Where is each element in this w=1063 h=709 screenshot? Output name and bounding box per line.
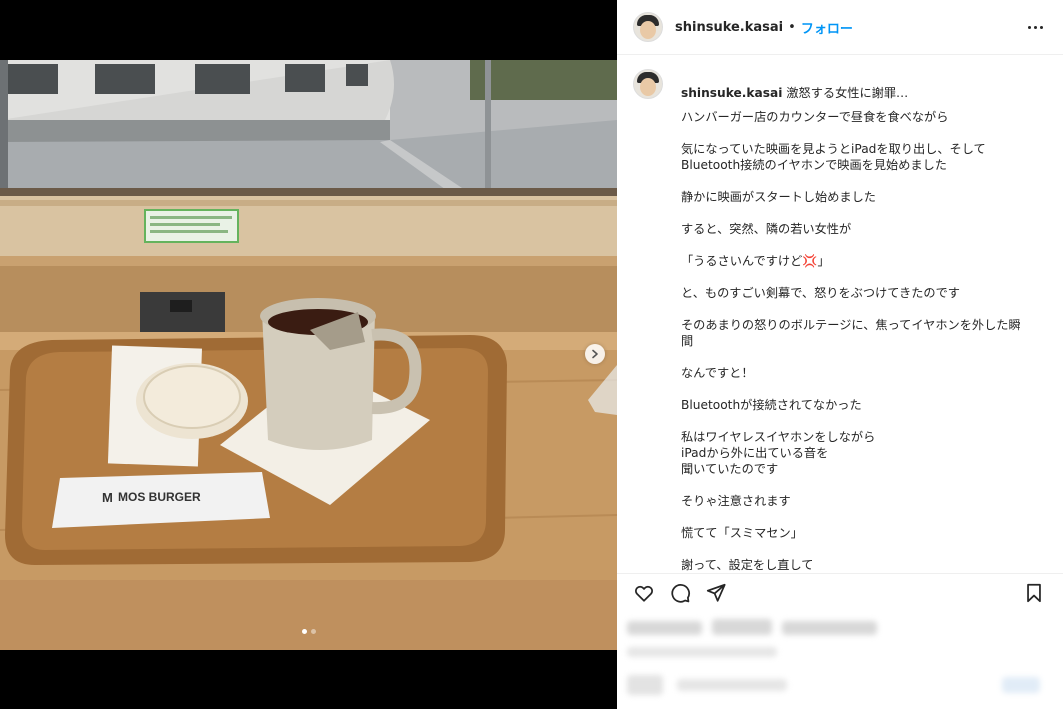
caption-row: shinsuke.kasai 激怒する女性に謝罪… ハンバーガー店のカウンターで昼… xyxy=(617,55,1063,573)
header-separator: • xyxy=(788,19,796,35)
caption-paragraph: 私はワイヤレスイヤホンをしながら iPadから外に出ている音を 聞いていたのです xyxy=(681,430,876,476)
caption-paragraph: 謝って、設定をし直して xyxy=(681,558,814,572)
caption-paragraph: 「うるさいんですけど💢」 xyxy=(681,254,830,268)
carousel-indicator xyxy=(0,629,617,634)
carousel-dot-active xyxy=(301,629,307,634)
caption-paragraph: そりゃ注意されます xyxy=(681,494,791,508)
caption-title: 激怒する女性に謝罪… xyxy=(786,86,909,100)
post-actions-bar xyxy=(617,573,1063,613)
carousel-next-button[interactable] xyxy=(585,344,605,364)
caption-paragraph: そのあまりの怒りのボルテージに、焦ってイヤホンを外した瞬 間 xyxy=(681,318,1021,348)
follow-button[interactable]: フォロー xyxy=(801,18,853,37)
send-icon[interactable] xyxy=(705,582,729,606)
caption-scroll-area[interactable]: shinsuke.kasai 激怒する女性に謝罪… ハンバーガー店のカウンターで昼… xyxy=(617,55,1063,573)
caption-paragraph: Bluetoothが接続されてなかった xyxy=(681,398,862,412)
instagram-post-modal: M MOS BURGER shinsuke.kasai • フォロー shins… xyxy=(0,0,1063,709)
caption-username[interactable]: shinsuke.kasai xyxy=(681,86,782,100)
more-options-icon[interactable] xyxy=(1024,22,1047,33)
blurred-comments-area xyxy=(617,613,1063,709)
post-header: shinsuke.kasai • フォロー xyxy=(617,0,1063,55)
caption-paragraph: 気になっていた映画を見ようとiPadを取り出し、そして Bluetooth接続の… xyxy=(681,142,986,172)
caption-paragraph: 静かに映画がスタートし始めました xyxy=(681,190,876,204)
caption-paragraph: と、ものすごい剣幕で、怒りをぶつけてきたのです xyxy=(681,286,960,300)
packet-brand-text: MOS BURGER xyxy=(118,490,201,504)
caption-paragraph: なんですと！ xyxy=(681,366,754,380)
post-media: M MOS BURGER xyxy=(0,0,617,709)
bookmark-icon[interactable] xyxy=(1023,582,1047,606)
caption-paragraphs: ハンバーガー店のカウンターで昼食を食べながら気になっていた映画を見ようとiPad… xyxy=(681,109,1047,573)
svg-text:M: M xyxy=(102,490,113,505)
caption-text: shinsuke.kasai 激怒する女性に謝罪… ハンバーガー店のカウンターで昼… xyxy=(681,69,1047,573)
post-side-panel: shinsuke.kasai • フォロー shinsuke.kasai 激怒する… xyxy=(617,0,1063,709)
heart-icon[interactable] xyxy=(633,582,657,606)
carousel-dot xyxy=(310,629,316,634)
caption-paragraph: 慌てて「スミマセン」 xyxy=(681,526,803,540)
avatar[interactable] xyxy=(633,12,663,42)
caption-paragraph: すると、突然、隣の若い女性が xyxy=(681,222,852,236)
chevron-right-icon xyxy=(592,349,598,359)
header-username[interactable]: shinsuke.kasai xyxy=(675,20,783,35)
post-photo[interactable]: M MOS BURGER xyxy=(0,60,617,650)
caption-paragraph: ハンバーガー店のカウンターで昼食を食べながら xyxy=(681,110,949,124)
comment-icon[interactable] xyxy=(669,582,693,606)
caption-avatar[interactable] xyxy=(633,69,663,99)
